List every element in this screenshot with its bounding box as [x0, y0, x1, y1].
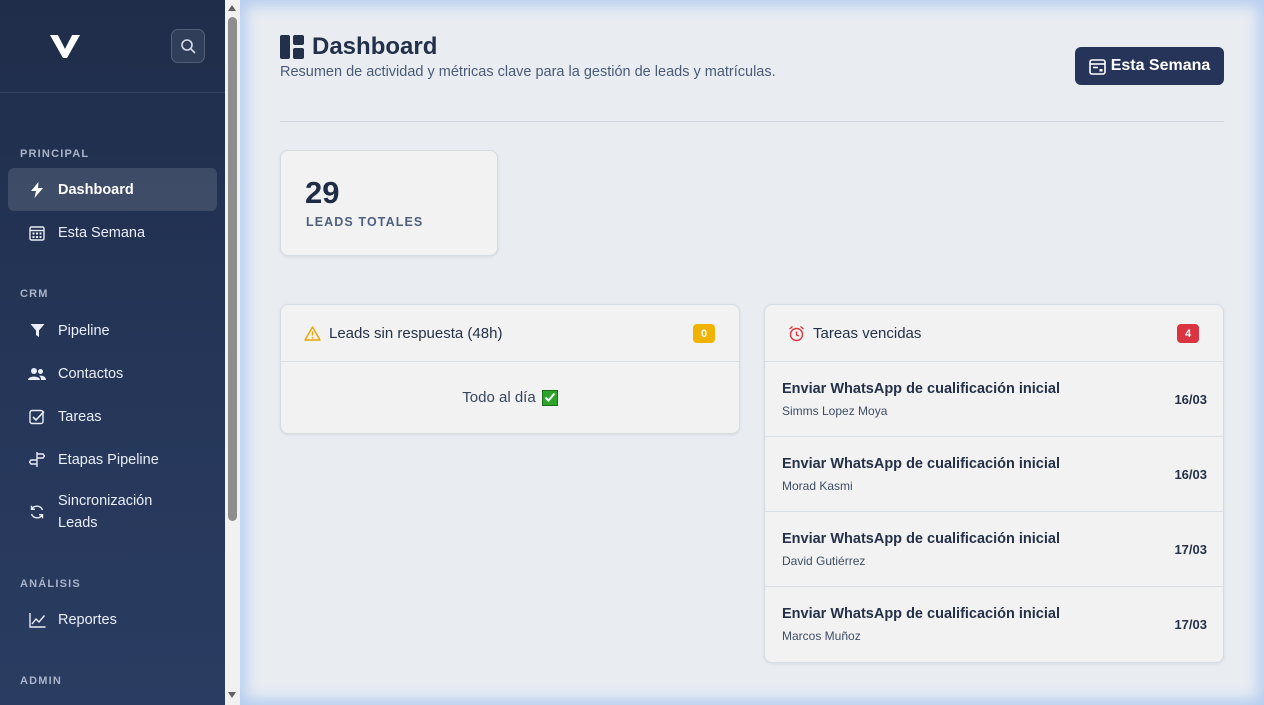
sidebar-item-reportes[interactable]: Reportes — [8, 598, 217, 641]
panel-header: Leads sin respuesta (48h) 0 — [281, 305, 739, 362]
task-contact: David Gutiérrez — [782, 554, 866, 568]
warning-icon — [304, 325, 321, 341]
sidebar-item-esta-semana[interactable]: Esta Semana — [8, 211, 217, 254]
panel-title: Leads sin respuesta (48h) — [329, 324, 503, 342]
sidebar-item-label: Contactos — [58, 365, 124, 382]
sidebar-item-etapas-pipeline[interactable]: Etapas Pipeline — [8, 438, 217, 481]
sync-icon — [28, 503, 46, 521]
empty-state: Todo al día — [281, 362, 739, 433]
sidebar-item-label: Sincronización Leads — [58, 493, 153, 531]
signpost-icon — [28, 451, 46, 469]
scroll-thumb[interactable] — [228, 17, 237, 521]
leads-total-card: 29 LEADS TOTALES — [280, 150, 498, 256]
brand-logo-icon[interactable] — [49, 32, 81, 60]
sidebar-item-label: Esta Semana — [58, 224, 146, 241]
alarm-clock-icon — [788, 325, 805, 342]
line-chart-icon — [28, 611, 46, 629]
empty-state-message: Todo al día — [462, 389, 536, 406]
checkbox-icon — [28, 408, 46, 426]
task-date: 16/03 — [1174, 467, 1207, 482]
panel-title: Tareas vencidas — [813, 324, 922, 342]
task-row[interactable]: Enviar WhatsApp de cualificación inicial… — [765, 587, 1223, 662]
leads-total-label: LEADS TOTALES — [306, 215, 424, 229]
section-label-admin: ADMIN — [20, 675, 63, 687]
task-row[interactable]: Enviar WhatsApp de cualificación inicial… — [765, 362, 1223, 437]
sidebar-item-label: Etapas Pipeline — [58, 451, 159, 468]
sidebar-item-label: Dashboard — [58, 181, 134, 198]
task-row[interactable]: Enviar WhatsApp de cualificación inicial… — [765, 512, 1223, 587]
task-contact: Marcos Muñoz — [782, 629, 861, 643]
page-subtitle: Resumen de actividad y métricas clave pa… — [280, 64, 776, 80]
page-title: Dashboard — [312, 33, 438, 60]
sidebar-item-sincronizacion-leads[interactable]: Sincronización Leads — [8, 486, 217, 538]
section-label-crm: CRM — [20, 288, 49, 300]
task-title: Enviar WhatsApp de cualificación inicial — [782, 456, 1060, 472]
task-title: Enviar WhatsApp de cualificación inicial — [782, 531, 1060, 547]
task-date: 16/03 — [1174, 392, 1207, 407]
main-content: Dashboard Resumen de actividad y métrica… — [240, 0, 1264, 705]
task-contact: Simms Lopez Moya — [782, 404, 888, 418]
task-title: Enviar WhatsApp de cualificación inicial — [782, 381, 1060, 397]
esta-semana-button[interactable]: Esta Semana — [1075, 47, 1224, 85]
scroll-down-arrow-icon[interactable] — [228, 692, 236, 698]
count-badge: 0 — [693, 324, 715, 343]
lightning-icon — [28, 181, 46, 199]
task-contact: Morad Kasmi — [782, 479, 853, 493]
filter-icon — [28, 322, 46, 340]
users-icon — [28, 365, 46, 383]
task-title: Enviar WhatsApp de cualificación inicial — [782, 606, 1060, 622]
task-date: 17/03 — [1174, 617, 1207, 632]
tareas-vencidas-panel: Tareas vencidas 4 Enviar WhatsApp de cua… — [764, 304, 1224, 663]
sidebar-scrollbar[interactable] — [225, 0, 240, 705]
count-badge: 4 — [1177, 324, 1199, 343]
check-mark-icon — [541, 389, 558, 406]
sidebar-item-dashboard[interactable]: Dashboard — [8, 168, 217, 211]
sidebar-item-label: Reportes — [58, 611, 117, 628]
search-icon — [181, 39, 196, 54]
sidebar-header — [0, 0, 225, 93]
header-divider — [280, 121, 1224, 122]
sidebar-item-label: Tareas — [58, 408, 102, 425]
leads-total-value: 29 — [305, 175, 340, 210]
section-label-principal: PRINCIPAL — [20, 148, 90, 160]
dashboard-layout-icon — [280, 35, 304, 59]
esta-semana-button-label: Esta Semana — [1110, 57, 1211, 74]
sidebar-item-contactos[interactable]: Contactos — [8, 352, 217, 395]
sidebar: PRINCIPAL Dashboard Esta Semana CRM Pipe… — [0, 0, 225, 705]
sidebar-item-tareas[interactable]: Tareas — [8, 395, 217, 438]
sidebar-item-label: Pipeline — [58, 322, 110, 339]
leads-sin-respuesta-panel: Leads sin respuesta (48h) 0 Todo al día — [280, 304, 740, 434]
task-date: 17/03 — [1174, 542, 1207, 557]
panel-header: Tareas vencidas 4 — [765, 305, 1223, 362]
search-button[interactable] — [171, 29, 205, 63]
scroll-up-arrow-icon[interactable] — [228, 5, 236, 11]
page-title-row: Dashboard — [280, 33, 437, 61]
sidebar-item-pipeline[interactable]: Pipeline — [8, 309, 217, 352]
section-label-analisis: ANÁLISIS — [20, 578, 81, 590]
calendar-week-icon — [1088, 58, 1106, 75]
task-row[interactable]: Enviar WhatsApp de cualificación inicial… — [765, 437, 1223, 512]
calendar-icon — [28, 224, 46, 242]
